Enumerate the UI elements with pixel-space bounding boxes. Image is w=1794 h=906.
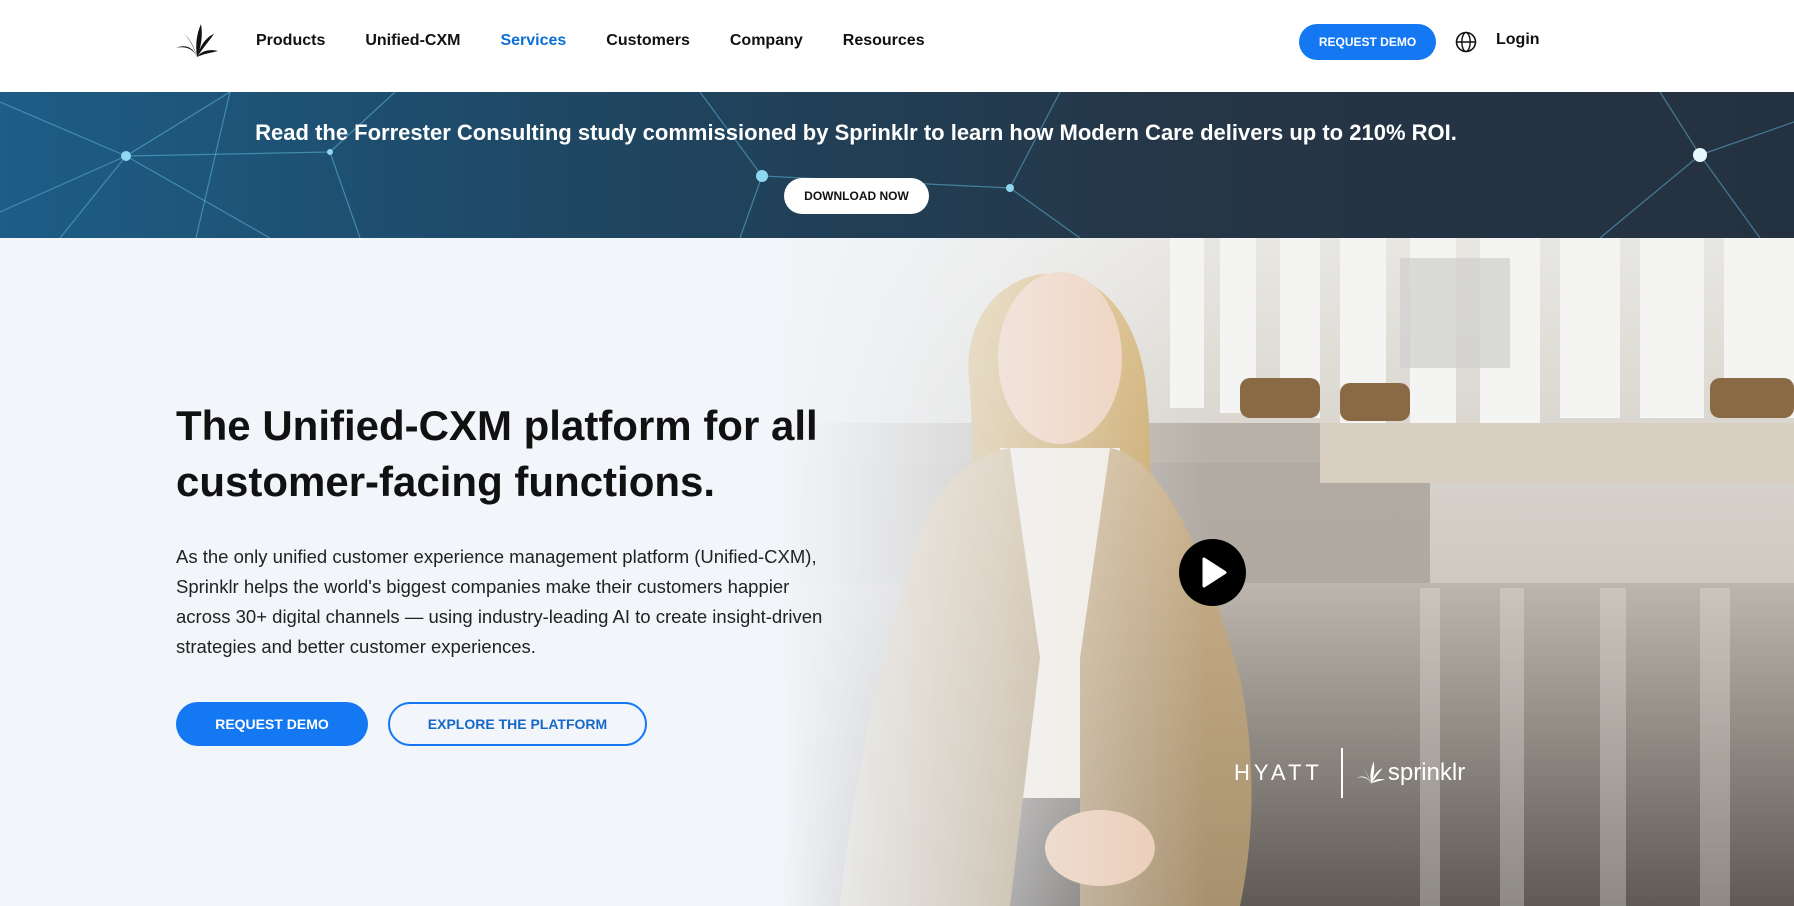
login-link[interactable]: Login <box>1496 31 1540 49</box>
sprinklr-mark-icon <box>1356 761 1385 784</box>
network-pattern-decoration <box>0 92 1794 238</box>
nav-item-unified-cxm[interactable]: Unified-CXM <box>365 32 460 50</box>
explore-platform-button[interactable]: EXPLORE THE PLATFORM <box>388 702 647 746</box>
hero-title: The Unified-CXM platform for all custome… <box>176 402 818 505</box>
video-play-button[interactable] <box>1179 539 1246 606</box>
hero-section: The Unified-CXM platform for all custome… <box>0 238 1794 906</box>
hero-video-thumbnail[interactable] <box>780 238 1794 906</box>
nav-item-customers[interactable]: Customers <box>606 32 690 50</box>
sprinklr-logo-icon[interactable] <box>176 24 218 58</box>
header-request-demo-button[interactable]: REQUEST DEMO <box>1299 24 1436 60</box>
video-brand-lockup: HYATT sprinklr <box>1234 748 1465 798</box>
banner-message: Read the Forrester Consulting study comm… <box>255 120 1457 145</box>
brand-divider <box>1340 748 1343 798</box>
nav-item-company[interactable]: Company <box>730 32 803 50</box>
hyatt-logo: HYATT <box>1234 760 1323 785</box>
nav-item-resources[interactable]: Resources <box>843 32 925 50</box>
site-header: Products Unified-CXM Services Customers … <box>0 0 1794 92</box>
main-nav: Products Unified-CXM Services Customers … <box>256 0 965 82</box>
nav-item-services[interactable]: Services <box>500 32 566 50</box>
promo-banner: Read the Forrester Consulting study comm… <box>0 92 1794 238</box>
nav-item-products[interactable]: Products <box>256 32 325 50</box>
sprinklr-wordmark-text: sprinklr <box>1387 759 1466 786</box>
sprinklr-wordmark: sprinklr <box>1356 759 1466 787</box>
download-now-button[interactable]: DOWNLOAD NOW <box>784 178 929 214</box>
globe-icon[interactable] <box>1455 31 1477 53</box>
play-icon <box>1202 557 1227 588</box>
request-demo-button[interactable]: REQUEST DEMO <box>176 702 368 746</box>
hero-description: As the only unified customer experience … <box>176 546 823 657</box>
